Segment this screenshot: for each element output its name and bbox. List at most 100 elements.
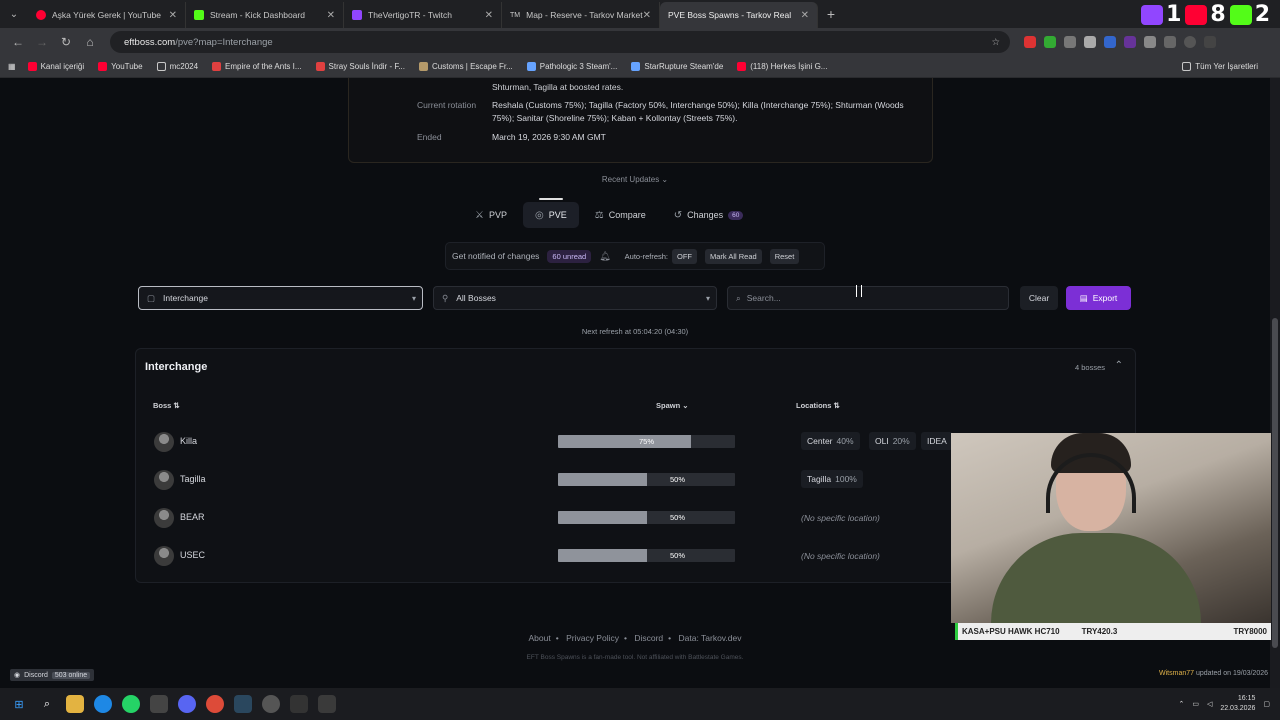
menu-kebab-icon[interactable] (1204, 36, 1216, 48)
bookmarks-bar: ▦ Kanal içeriği YouTube mc2024 Empire of… (0, 56, 1280, 78)
updated-user[interactable]: Witsman77 (1159, 670, 1194, 677)
map-select[interactable]: ▢ Interchange ▾ (138, 286, 423, 310)
tab-search-icon[interactable]: ⌄ (0, 9, 28, 20)
tab-pve[interactable]: ◎ PVE (522, 202, 579, 228)
chevron-up-icon[interactable]: ⌃ (1178, 700, 1184, 708)
footer-link-about[interactable]: About (529, 633, 551, 643)
new-tab-button[interactable]: + (818, 6, 844, 22)
bookmark-item[interactable]: mc2024 (156, 62, 198, 71)
scrollbar-thumb[interactable] (1272, 318, 1278, 648)
search-icon[interactable]: ⌕ (38, 695, 56, 713)
bookmark-item[interactable]: Pathologic 3 Steam'... (526, 62, 617, 71)
store-icon[interactable] (150, 695, 168, 713)
bookmark-label: Empire of the Ants I... (225, 62, 302, 71)
close-tab-icon[interactable]: ✕ (169, 10, 177, 21)
browser-tab[interactable]: TheVertigoTR - Twitch ✕ (344, 2, 502, 28)
browser-toolbar: ← → ↻ ⌂ eftboss.com/pve?map=Interchange … (0, 28, 1280, 56)
bookmark-label: YouTube (111, 62, 143, 71)
extension-icon[interactable] (1044, 36, 1056, 48)
export-button[interactable]: ▤ Export (1066, 286, 1131, 310)
profile-avatar-icon[interactable] (1184, 36, 1196, 48)
clear-button[interactable]: Clear (1020, 286, 1058, 310)
column-locations[interactable]: Locations ⇅ (796, 401, 840, 410)
column-boss[interactable]: Boss ⇅ (153, 401, 180, 410)
bookmark-item[interactable]: Customs | Escape Fr... (419, 62, 513, 71)
bookmark-star-icon[interactable]: ☆ (991, 37, 1000, 48)
close-tab-icon[interactable]: ✕ (643, 10, 651, 21)
forward-icon[interactable]: → (30, 35, 54, 49)
boss-avatar (154, 470, 174, 490)
spawn-percent: 50% (669, 475, 685, 484)
bell-icon[interactable]: 🔔︎ (599, 251, 610, 262)
footer-link-privacy[interactable]: Privacy Policy (566, 633, 619, 643)
kick-icon (1229, 4, 1252, 25)
chrome-icon[interactable] (206, 695, 224, 713)
app-icon[interactable] (318, 695, 336, 713)
all-bookmarks[interactable]: Tüm Yer İşaretleri (1182, 62, 1258, 71)
clock[interactable]: 16:15 22.03.2026 (1220, 694, 1255, 714)
boss-count: 4 bosses (1074, 363, 1105, 372)
tab-pvp[interactable]: ⚔ PVP (463, 202, 519, 228)
map-title: Interchange (145, 361, 208, 373)
extension-icon[interactable] (1104, 36, 1116, 48)
bookmark-item[interactable]: Stray Souls İndir - F... (315, 62, 405, 71)
mark-all-read-button[interactable]: Mark All Read (705, 248, 762, 264)
extension-icon[interactable] (1124, 36, 1136, 48)
map-panel-header[interactable]: Interchange 4 bosses ⌃ (136, 349, 1135, 387)
boss-select[interactable]: ⚲ All Bosses ▾ (433, 286, 717, 310)
bookmark-item[interactable]: YouTube (98, 62, 143, 71)
history-icon: ↺ (673, 209, 683, 221)
search-input[interactable]: ⌕ Search... (727, 286, 1009, 310)
tab-compare[interactable]: ⚖ Compare (583, 202, 658, 228)
edge-icon[interactable] (94, 695, 112, 713)
recent-updates-toggle[interactable]: Recent Updates ⌄ (0, 175, 1270, 184)
extensions-puzzle-icon[interactable] (1144, 36, 1156, 48)
close-tab-icon[interactable]: ✕ (485, 10, 493, 21)
extension-icon[interactable] (1064, 36, 1076, 48)
bookmark-item[interactable]: Kanal içeriği (27, 62, 84, 71)
apps-grid-icon[interactable]: ▦ (8, 62, 16, 71)
close-tab-icon[interactable]: ✕ (801, 10, 809, 21)
discord-icon[interactable] (178, 695, 196, 713)
discord-widget[interactable]: ◉ Discord 503 online (10, 669, 95, 681)
location-chip: Tagilla 100% (801, 470, 863, 488)
browser-tab-active[interactable]: PVE Boss Spawns - Tarkov Real ✕ (660, 2, 818, 28)
bookmark-item[interactable]: (118) Herkes İşini G... (737, 62, 827, 71)
tab-changes[interactable]: ↺ Changes 60 (662, 202, 756, 228)
whatsapp-icon[interactable] (122, 695, 140, 713)
file-explorer-icon[interactable] (66, 695, 84, 713)
bookmark-item[interactable]: StarRupture Steam'de (631, 62, 723, 71)
address-bar[interactable]: eftboss.com/pve?map=Interchange ☆ (110, 31, 1010, 53)
browser-tab[interactable]: Stream - Kick Dashboard ✕ (186, 2, 344, 28)
ticker-item: KASA+PSU HAWK HC710 (962, 627, 1060, 636)
browser-tab[interactable]: Aşka Yürek Gerek | YouTube ✕ (28, 2, 186, 28)
reload-icon[interactable]: ↻ (54, 35, 78, 49)
volume-icon[interactable]: ◁ (1207, 700, 1212, 708)
reading-list-icon[interactable] (1164, 36, 1176, 48)
close-tab-icon[interactable]: ✕ (327, 10, 335, 21)
footer-link-discord[interactable]: Discord (634, 633, 663, 643)
footer-note: EFT Boss Spawns is a fan-made tool. Not … (526, 654, 744, 661)
column-spawn[interactable]: Spawn ⌄ (656, 401, 689, 410)
bookmark-item[interactable]: Empire of the Ants I... (212, 62, 302, 71)
auto-refresh-toggle[interactable]: OFF (672, 248, 697, 264)
extension-icon[interactable] (1024, 36, 1036, 48)
ticker-item: TRY8000 (1233, 627, 1268, 636)
home-icon[interactable]: ⌂ (78, 35, 102, 49)
unread-badge: 60 unread (547, 249, 592, 263)
footer-link-data[interactable]: Data: Tarkov.dev (678, 633, 741, 643)
reset-button[interactable]: Reset (769, 248, 800, 264)
discord-label: Discord (24, 671, 48, 679)
notifications-icon[interactable]: ▢ (1263, 700, 1270, 708)
bookmark-label: Stray Souls İndir - F... (328, 62, 405, 71)
chevron-up-icon[interactable]: ⌃ (1115, 360, 1123, 371)
steam-icon[interactable] (234, 695, 252, 713)
browser-tab[interactable]: TM Map - Reserve - Tarkov Market ✕ (502, 2, 660, 28)
back-icon[interactable]: ← (6, 35, 30, 49)
windows-start-icon[interactable]: ⊞ (10, 695, 28, 713)
app-icon[interactable] (290, 695, 308, 713)
network-icon[interactable]: ▭ (1192, 700, 1199, 708)
app-icon[interactable] (262, 695, 280, 713)
extension-icon[interactable] (1084, 36, 1096, 48)
chevron-down-icon: ▾ (411, 293, 416, 303)
